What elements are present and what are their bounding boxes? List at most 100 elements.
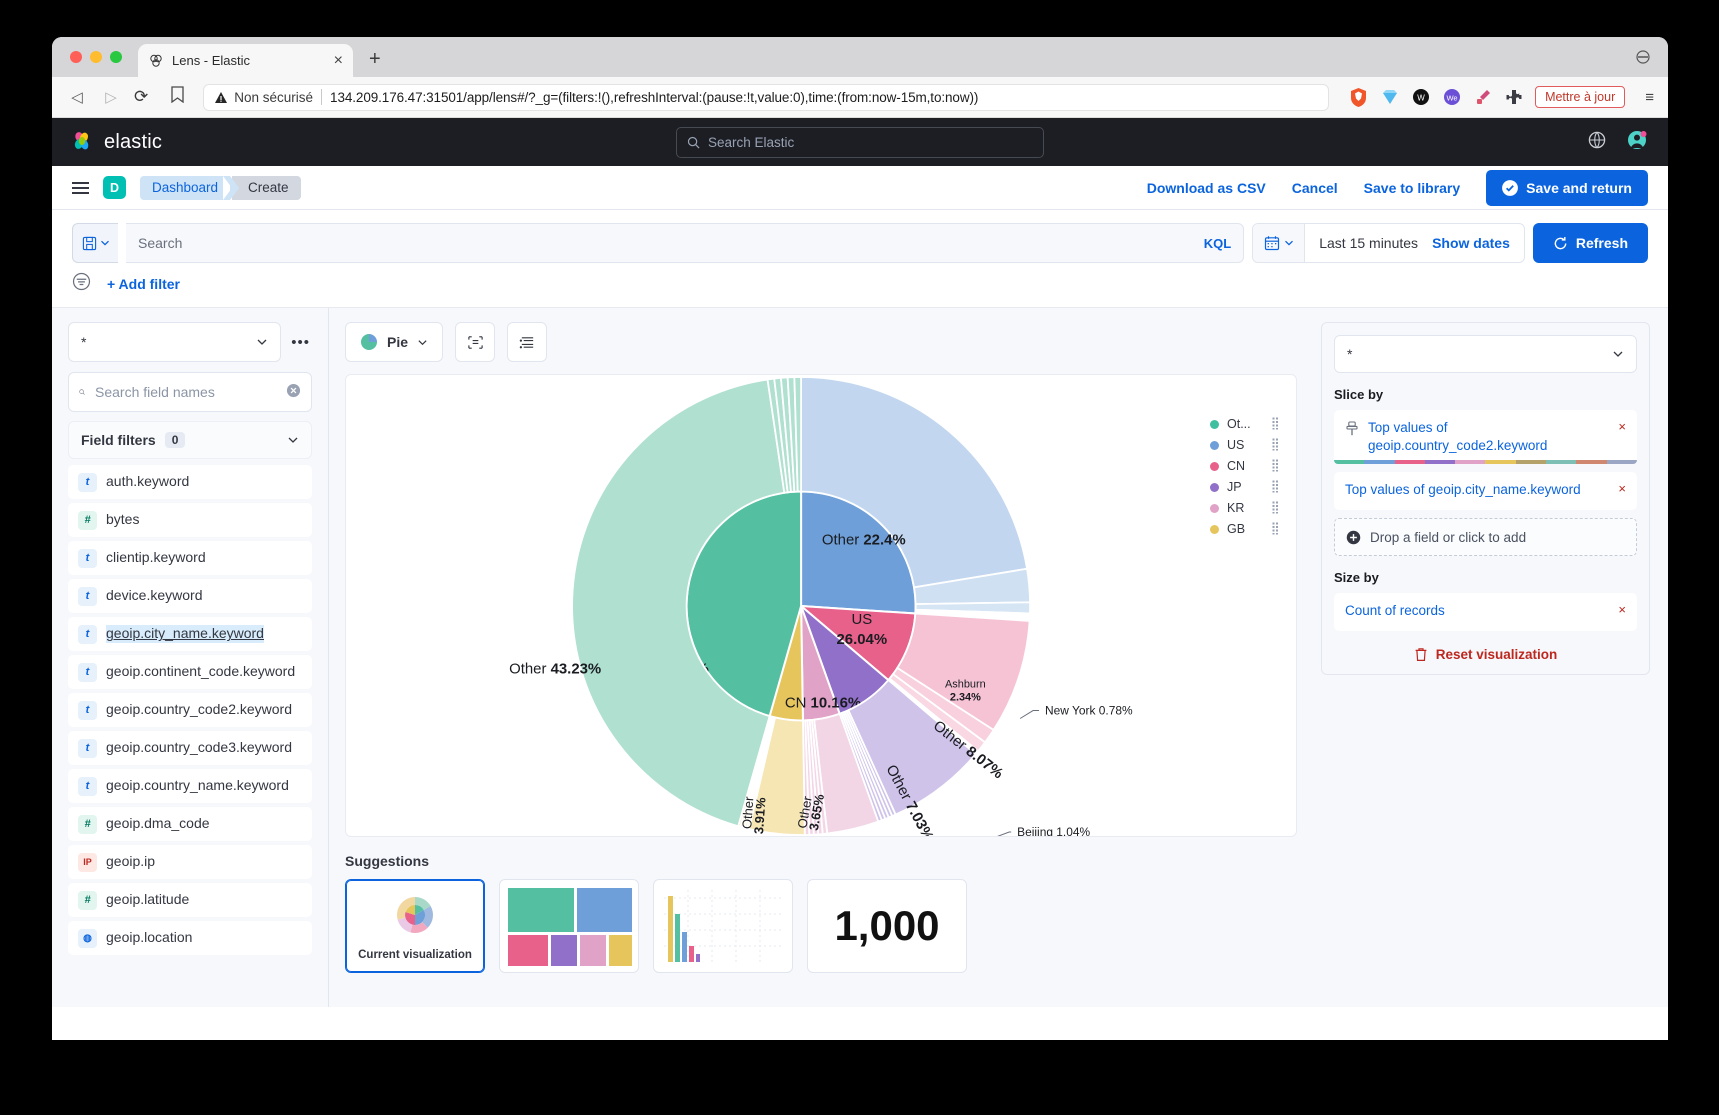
more-options-icon[interactable]: ••• [289, 334, 312, 351]
maximize-window-button[interactable] [110, 51, 122, 63]
download-csv-button[interactable]: Download as CSV [1147, 180, 1266, 196]
save-to-library-button[interactable]: Save to library [1364, 180, 1461, 196]
callout-label: Beijing 1.04% [1017, 825, 1090, 836]
legend-options-icon[interactable] [507, 322, 548, 362]
tab-search-icon[interactable] [1636, 50, 1650, 67]
not-secure-badge[interactable]: Non sécurisé [214, 90, 313, 105]
window-controls[interactable] [70, 51, 122, 63]
save-and-return-button[interactable]: Save and return [1486, 169, 1648, 206]
data-view-select[interactable]: * [68, 322, 282, 362]
slice-by-dimension-city[interactable]: Top values of geoip.city_name.keyword × [1334, 472, 1637, 511]
puzzle-icon[interactable] [1505, 88, 1523, 106]
show-dates-button[interactable]: Show dates [1432, 235, 1524, 251]
query-language-badge[interactable]: KQL [1204, 236, 1231, 251]
legend-item[interactable]: CN [1210, 459, 1280, 473]
add-dimension-dropzone[interactable]: Drop a field or click to add [1334, 518, 1637, 557]
field-type-icon: t [78, 700, 97, 720]
text-options-icon[interactable] [455, 322, 496, 362]
slice-label: 2.34% [950, 692, 981, 704]
add-filter-button[interactable]: + Add filter [107, 276, 180, 292]
sunburst-chart[interactable]: US26.04%CN 10.16%JP8.33%KR5.21%GB4.69%Ot… [346, 375, 1296, 836]
field-list[interactable]: t auth.keyword # bytes t clientip.keyword t dev… [68, 465, 312, 970]
filter-icon[interactable] [72, 272, 91, 296]
circle-w-icon[interactable]: W [1412, 88, 1430, 106]
legend-item[interactable]: GB [1210, 522, 1280, 536]
saved-query-button[interactable] [72, 223, 118, 263]
help-icon[interactable] [1588, 131, 1606, 154]
eyedropper-icon[interactable] [1474, 88, 1492, 106]
chart-type-button[interactable]: Pie [345, 322, 444, 362]
field-filters-toggle[interactable]: Field filters 0 [68, 421, 312, 459]
browser-menu-icon[interactable]: ≡ [1645, 89, 1654, 106]
size-by-dimension[interactable]: Count of records × [1334, 593, 1637, 632]
breadcrumb-dashboard[interactable]: Dashboard [140, 175, 240, 200]
legend-actions-icon[interactable] [1271, 459, 1280, 473]
clear-icon[interactable] [286, 383, 301, 401]
bookmark-icon[interactable] [170, 86, 185, 108]
global-search-input[interactable]: Search Elastic [676, 126, 1044, 158]
search-input[interactable] [95, 384, 276, 400]
field-list-item[interactable]: t geoip.country_name.keyword [68, 769, 312, 803]
field-list-item[interactable]: # bytes [68, 503, 312, 537]
brave-shields-icon[interactable] [1349, 87, 1369, 107]
field-list-item[interactable]: t auth.keyword [68, 465, 312, 499]
legend-item[interactable]: JP [1210, 480, 1280, 494]
field-list-item[interactable]: ◍ geoip.location [68, 921, 312, 955]
suggestion-treemap[interactable] [499, 879, 639, 973]
remove-dimension-icon[interactable]: × [1612, 481, 1626, 496]
url-input[interactable]: Non sécurisé 134.209.176.47:31501/app/le… [203, 83, 1330, 111]
diamond-icon[interactable] [1381, 88, 1399, 106]
legend-item[interactable]: US [1210, 438, 1280, 452]
suggestion-bar-chart[interactable] [653, 879, 793, 973]
field-list-item[interactable]: t geoip.continent_code.keyword [68, 655, 312, 689]
calendar-button[interactable] [1253, 224, 1306, 262]
reset-visualization-button[interactable]: Reset visualization [1334, 647, 1637, 662]
elastic-logo[interactable]: elastic [70, 130, 162, 154]
close-window-button[interactable] [70, 51, 82, 63]
we-icon[interactable]: We [1443, 88, 1461, 106]
svg-text:We: We [1447, 94, 1458, 103]
reload-icon[interactable]: ⟳ [134, 87, 148, 107]
slice-by-dimension-country[interactable]: Top values of geoip.country_code2.keywor… [1334, 410, 1637, 465]
field-list-item[interactable]: t geoip.country_code2.keyword [68, 693, 312, 727]
field-list-item[interactable]: t geoip.city_name.keyword [68, 617, 312, 651]
legend-item[interactable]: KR [1210, 501, 1280, 515]
field-filters-count: 0 [164, 432, 186, 448]
new-tab-button[interactable]: + [369, 49, 381, 69]
cancel-button[interactable]: Cancel [1292, 180, 1338, 196]
save-and-return-label: Save and return [1526, 179, 1632, 196]
suggestion-current-visualization[interactable]: Current visualization [345, 879, 485, 973]
user-avatar-icon[interactable] [1626, 129, 1648, 156]
forward-icon[interactable]: ▷ [100, 88, 122, 106]
refresh-button[interactable]: Refresh [1532, 223, 1648, 263]
field-list-item[interactable]: # geoip.dma_code [68, 807, 312, 841]
update-button[interactable]: Mettre à jour [1535, 86, 1626, 108]
remove-dimension-icon[interactable]: × [1612, 419, 1626, 434]
breadcrumb-create[interactable]: Create [223, 175, 301, 200]
browser-tab[interactable]: Lens - Elastic × [138, 44, 353, 77]
space-badge[interactable]: D [103, 176, 126, 199]
minimize-window-button[interactable] [90, 51, 102, 63]
back-icon[interactable]: ◁ [66, 88, 88, 106]
legend-actions-icon[interactable] [1271, 480, 1280, 494]
legend-actions-icon[interactable] [1271, 438, 1280, 452]
legend-actions-icon[interactable] [1271, 522, 1280, 536]
search-field-names[interactable] [68, 372, 312, 412]
legend-actions-icon[interactable] [1271, 501, 1280, 515]
remove-dimension-icon[interactable]: × [1612, 602, 1626, 617]
slice-label: Other 22.4% [822, 531, 906, 548]
legend-item[interactable]: Ot... [1210, 417, 1280, 431]
chart-container[interactable]: US26.04%CN 10.16%JP8.33%KR5.21%GB4.69%Ot… [345, 374, 1297, 837]
legend-actions-icon[interactable] [1271, 417, 1280, 431]
layer-data-view-select[interactable]: * [1334, 335, 1637, 373]
time-range-label[interactable]: Last 15 minutes [1305, 235, 1432, 251]
suggestion-metric[interactable]: 1,000 [807, 879, 967, 973]
field-list-item[interactable]: IP geoip.ip [68, 845, 312, 879]
field-list-item[interactable]: # geoip.latitude [68, 883, 312, 917]
field-list-item[interactable]: t geoip.country_code3.keyword [68, 731, 312, 765]
search-input[interactable]: Search KQL [126, 223, 1245, 263]
field-list-item[interactable]: t device.keyword [68, 579, 312, 613]
field-list-item[interactable]: t clientip.keyword [68, 541, 312, 575]
close-icon[interactable]: × [334, 52, 343, 69]
hamburger-icon[interactable] [72, 181, 89, 194]
